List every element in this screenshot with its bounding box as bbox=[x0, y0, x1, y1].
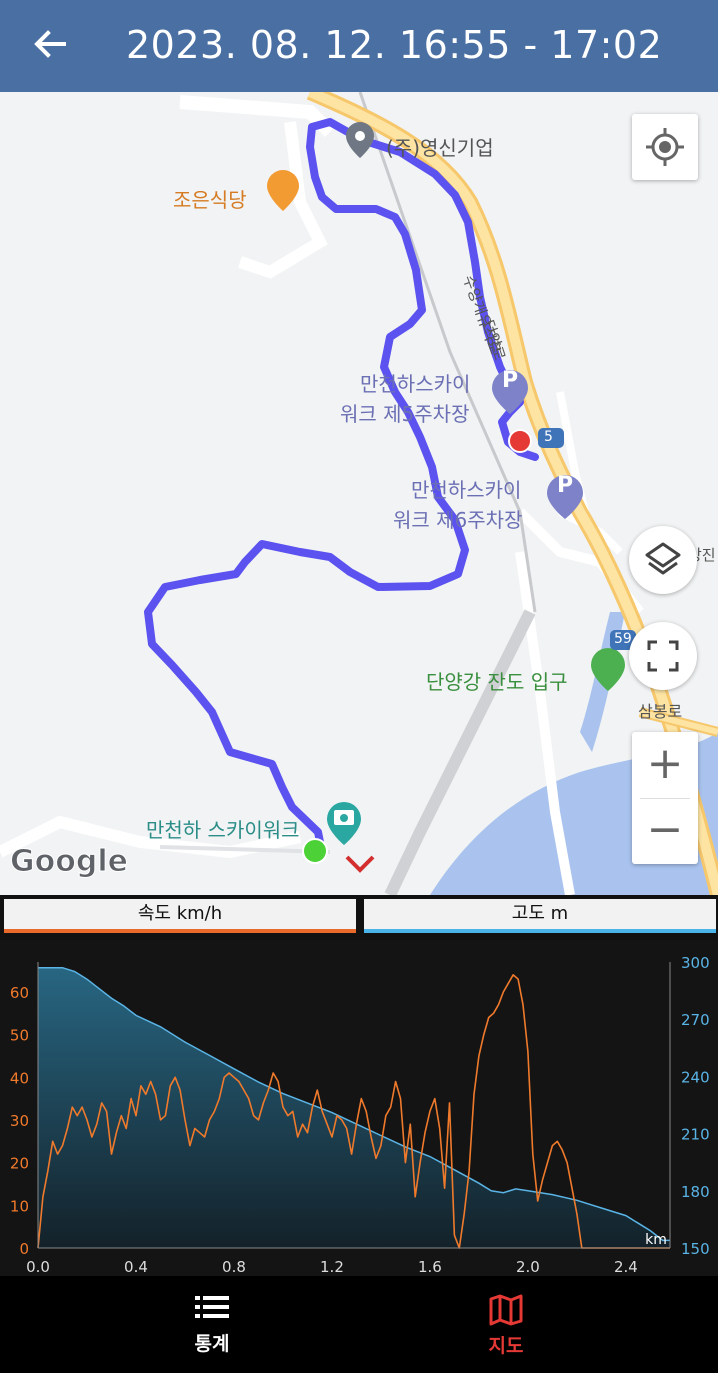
map-layers-button[interactable] bbox=[629, 526, 697, 594]
y-left-tick-label: 30 bbox=[10, 1112, 29, 1130]
zoom-controls: + − bbox=[632, 732, 698, 864]
place-label-parking6-l2[interactable]: 워크 제6주차장 bbox=[393, 504, 522, 533]
y-left-tick-label: 60 bbox=[10, 984, 29, 1002]
x-tick-label: 0.8 bbox=[222, 1258, 246, 1276]
x-tick-label: 0.0 bbox=[26, 1258, 50, 1276]
crosshair-icon bbox=[646, 128, 684, 166]
back-button[interactable] bbox=[28, 22, 72, 66]
arrow-left-icon bbox=[34, 30, 66, 58]
speed-altitude-chart[interactable]: 0 10 20 30 40 50 60 150 180 210 240 270 300 0.0 0.4 0.8… bbox=[0, 940, 718, 1276]
road-label-sambong: 삼봉로 bbox=[638, 702, 683, 721]
y-left-tick-label: 0 bbox=[19, 1240, 29, 1258]
zoom-out-button[interactable]: − bbox=[632, 798, 698, 864]
nav-stats-label: 통계 bbox=[194, 1333, 230, 1355]
tab-altitude[interactable]: 고도 m bbox=[364, 899, 716, 933]
chart-canvas: 0 10 20 30 40 50 60 150 180 210 240 270 300 0.0 0.4 0.8… bbox=[10, 954, 710, 1276]
layers-icon bbox=[645, 542, 681, 575]
y-right-tick-label: 180 bbox=[681, 1183, 710, 1201]
place-label-restaurant[interactable]: 조은식당 bbox=[173, 184, 247, 213]
tab-speed[interactable]: 속도 km/h bbox=[4, 899, 356, 933]
route-shield-5: 5 bbox=[544, 429, 553, 445]
y-left-tick-label: 40 bbox=[10, 1069, 29, 1087]
end-marker bbox=[508, 429, 532, 453]
y-right-tick-label: 300 bbox=[681, 954, 710, 972]
place-label-parking5-l2[interactable]: 워크 제5주차장 bbox=[340, 398, 469, 427]
fullscreen-icon bbox=[647, 640, 679, 672]
x-tick-label: 1.2 bbox=[320, 1258, 344, 1276]
x-tick-label: 2.0 bbox=[516, 1258, 540, 1276]
place-label-parking5-l1[interactable]: 만천하스카이 bbox=[360, 368, 470, 397]
place-label-skywalk[interactable]: 만천하 스카이워크 bbox=[146, 814, 300, 843]
y-right-tick-label: 240 bbox=[681, 1068, 710, 1086]
chart-tabs: 속도 km/h 고도 m bbox=[0, 895, 718, 940]
x-tick-label: 0.4 bbox=[124, 1258, 148, 1276]
parking-icon: P bbox=[557, 473, 574, 498]
y-left-tick-label: 10 bbox=[10, 1197, 29, 1215]
y-left-tick-label: 20 bbox=[10, 1155, 29, 1173]
y-right-tick-label: 150 bbox=[681, 1240, 710, 1258]
place-label-parking6-l1[interactable]: 만천하스카이 bbox=[411, 474, 521, 503]
x-axis-unit-label: km bbox=[645, 1232, 667, 1248]
nav-map[interactable]: 지도 bbox=[446, 1294, 566, 1358]
map-icon bbox=[489, 1294, 523, 1326]
nav-map-label: 지도 bbox=[488, 1335, 524, 1357]
fullscreen-button[interactable] bbox=[629, 622, 697, 690]
google-logo: Google bbox=[10, 844, 129, 880]
y-left-tick-label: 50 bbox=[10, 1027, 29, 1045]
place-label-company[interactable]: (주)영신기업 bbox=[386, 132, 494, 161]
page-title: 2023. 08. 12. 16:55 - 17:02 bbox=[126, 23, 663, 67]
y-right-tick-label: 210 bbox=[681, 1126, 710, 1144]
map-view[interactable]: (주)영신기업 조은식당 만천하스카이 워크 제5주차장 만천하스카이 워크 제… bbox=[0, 92, 718, 895]
bottom-nav: 통계 지도 bbox=[0, 1276, 718, 1373]
zoom-in-button[interactable]: + bbox=[632, 732, 698, 798]
place-label-trail[interactable]: 단양강 잔도 입구 bbox=[426, 666, 568, 695]
map-canvas bbox=[0, 92, 718, 895]
my-location-button[interactable] bbox=[632, 114, 698, 180]
start-marker bbox=[302, 838, 328, 864]
x-tick-label: 2.4 bbox=[614, 1258, 638, 1276]
app-header: 2023. 08. 12. 16:55 - 17:02 bbox=[0, 0, 718, 92]
nav-stats[interactable]: 통계 bbox=[152, 1294, 272, 1356]
x-tick-label: 1.6 bbox=[418, 1258, 442, 1276]
list-icon bbox=[195, 1296, 229, 1318]
y-right-tick-label: 270 bbox=[681, 1011, 710, 1029]
parking-icon: P bbox=[502, 368, 519, 393]
